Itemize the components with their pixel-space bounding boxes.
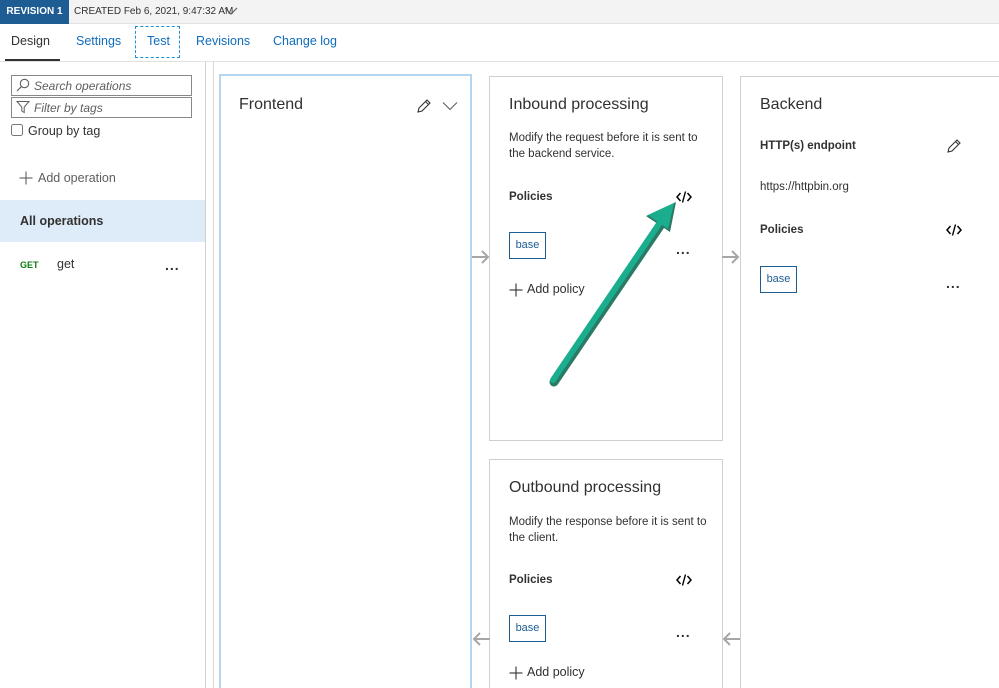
tab-revisions[interactable]: Revisions xyxy=(196,34,250,48)
arrow-right-icon xyxy=(472,250,490,264)
search-input[interactable] xyxy=(34,78,184,93)
plus-icon xyxy=(19,171,33,185)
operations-panel: Group by tag Add operation All operation… xyxy=(0,62,206,688)
edit-icon[interactable] xyxy=(946,138,962,154)
endpoint-label: HTTP(s) endpoint xyxy=(760,140,856,152)
operation-name: get xyxy=(57,257,75,271)
arrow-right-icon xyxy=(722,250,740,264)
outbound-more-button[interactable]: ... xyxy=(676,624,691,640)
all-operations-label: All operations xyxy=(20,214,104,228)
operation-more-button[interactable]: ... xyxy=(165,257,180,273)
search-box[interactable] xyxy=(11,75,192,96)
all-operations-item[interactable]: All operations xyxy=(0,200,205,242)
code-editor-icon[interactable] xyxy=(676,573,692,587)
chevron-down-icon[interactable] xyxy=(224,6,238,16)
filter-icon xyxy=(16,101,30,114)
operation-method-badge: GET xyxy=(20,260,39,270)
inbound-description: Modify the request before it is sent to … xyxy=(509,132,698,160)
tab-test[interactable]: Test xyxy=(147,34,170,48)
tab-change-log[interactable]: Change log xyxy=(273,34,337,48)
arrow-left-icon xyxy=(722,632,740,646)
plus-icon xyxy=(509,283,523,297)
revision-bar: REVISION 1 CREATED Feb 6, 2021, 9:47:32 … xyxy=(0,0,999,24)
outbound-add-policy-label: Add policy xyxy=(527,665,585,679)
backend-card: Backend HTTP(s) endpoint https://httpbin… xyxy=(740,76,999,688)
endpoint-url: https://httpbin.org xyxy=(760,181,849,193)
revision-created[interactable]: CREATED Feb 6, 2021, 9:47:32 AM xyxy=(74,0,233,24)
operation-row[interactable]: GET get ... xyxy=(0,252,205,278)
backend-title: Backend xyxy=(760,96,823,113)
backend-more-button[interactable]: ... xyxy=(946,275,961,291)
add-operation-label: Add operation xyxy=(38,171,116,185)
arrow-left-icon xyxy=(472,632,490,646)
group-by-tag-checkbox[interactable] xyxy=(11,124,23,136)
frontend-card: Frontend xyxy=(219,74,472,688)
outbound-description: Modify the response before it is sent to… xyxy=(509,516,707,544)
outbound-title: Outbound processing xyxy=(509,479,662,496)
outbound-processing-card: Outbound processing Modify the response … xyxy=(489,459,723,688)
code-editor-icon[interactable] xyxy=(946,223,962,237)
backend-base-policy[interactable]: base xyxy=(760,266,797,293)
outbound-policies-label: Policies xyxy=(509,574,553,586)
filter-box[interactable] xyxy=(11,97,192,118)
outbound-base-policy[interactable]: base xyxy=(509,615,546,642)
plus-icon xyxy=(509,666,523,680)
tab-settings[interactable]: Settings xyxy=(76,34,121,48)
backend-policies-label: Policies xyxy=(760,224,804,236)
inbound-title: Inbound processing xyxy=(509,96,649,113)
tab-design[interactable]: Design xyxy=(11,34,50,48)
divider xyxy=(213,62,214,688)
tab-bar: Design Settings Test Revisions Change lo… xyxy=(0,24,999,62)
filter-input[interactable] xyxy=(34,100,184,115)
active-tab-indicator xyxy=(5,59,60,61)
frontend-title: Frontend xyxy=(239,96,304,113)
search-icon xyxy=(16,78,30,92)
annotation-arrow xyxy=(549,202,676,387)
edit-icon[interactable] xyxy=(416,98,432,114)
chevron-down-icon[interactable] xyxy=(442,101,458,111)
group-by-tag-label: Group by tag xyxy=(28,124,101,138)
revision-badge[interactable]: REVISION 1 xyxy=(0,0,69,24)
